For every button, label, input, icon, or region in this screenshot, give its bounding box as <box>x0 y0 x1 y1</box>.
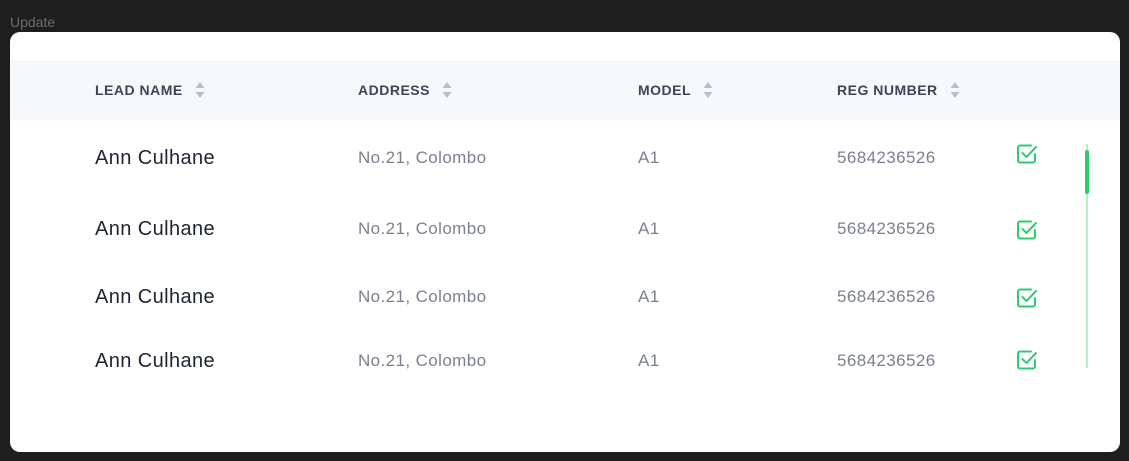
checkbox-checked-icon[interactable] <box>1016 143 1038 165</box>
sort-arrows-icon[interactable] <box>950 81 960 99</box>
model-cell: A1 <box>638 148 660 167</box>
column-header-address[interactable]: ADDRESS <box>358 60 452 120</box>
frame-title: Update <box>10 14 56 30</box>
lead-name-cell: Ann Culhane <box>95 217 216 240</box>
sort-arrows-icon[interactable] <box>195 81 205 99</box>
reg-number-cell: 5684236526 <box>837 148 936 167</box>
table-row[interactable]: Ann Culhane No.21, Colombo A1 5684236526 <box>10 209 1070 249</box>
address-cell: No.21, Colombo <box>358 219 487 238</box>
reg-number-cell: 5684236526 <box>837 287 936 306</box>
leads-table-card: LEAD NAME ADDRESS MODEL REG NUMBER Ann C… <box>10 32 1120 452</box>
table-row[interactable]: Ann Culhane No.21, Colombo A1 5684236526 <box>10 341 1070 381</box>
table-header: LEAD NAME ADDRESS MODEL REG NUMBER <box>10 60 1120 120</box>
checkbox-checked-icon[interactable] <box>1016 287 1038 309</box>
scrollbar-thumb[interactable] <box>1085 150 1089 194</box>
table-row[interactable]: Ann Culhane No.21, Colombo A1 5684236526 <box>10 138 1070 178</box>
column-header-lead-name[interactable]: LEAD NAME <box>95 60 205 120</box>
table-row[interactable]: Ann Culhane No.21, Colombo A1 5684236526 <box>10 277 1070 317</box>
model-cell: A1 <box>638 351 660 370</box>
address-cell: No.21, Colombo <box>358 148 487 167</box>
column-header-model[interactable]: MODEL <box>638 60 713 120</box>
column-header-label: REG NUMBER <box>837 82 938 98</box>
lead-name-cell: Ann Culhane <box>95 146 216 169</box>
reg-number-cell: 5684236526 <box>837 351 936 370</box>
lead-name-cell: Ann Culhane <box>95 349 216 372</box>
sort-arrows-icon[interactable] <box>442 81 452 99</box>
address-cell: No.21, Colombo <box>358 351 487 370</box>
sort-arrows-icon[interactable] <box>703 81 713 99</box>
model-cell: A1 <box>638 219 660 238</box>
checkbox-checked-icon[interactable] <box>1016 349 1038 371</box>
reg-number-cell: 5684236526 <box>837 219 936 238</box>
column-header-label: LEAD NAME <box>95 82 183 98</box>
column-header-label: MODEL <box>638 82 692 98</box>
lead-name-cell: Ann Culhane <box>95 285 216 308</box>
model-cell: A1 <box>638 287 660 306</box>
column-header-reg-number[interactable]: REG NUMBER <box>837 60 960 120</box>
column-header-label: ADDRESS <box>358 82 430 98</box>
address-cell: No.21, Colombo <box>358 287 487 306</box>
checkbox-checked-icon[interactable] <box>1016 219 1038 241</box>
